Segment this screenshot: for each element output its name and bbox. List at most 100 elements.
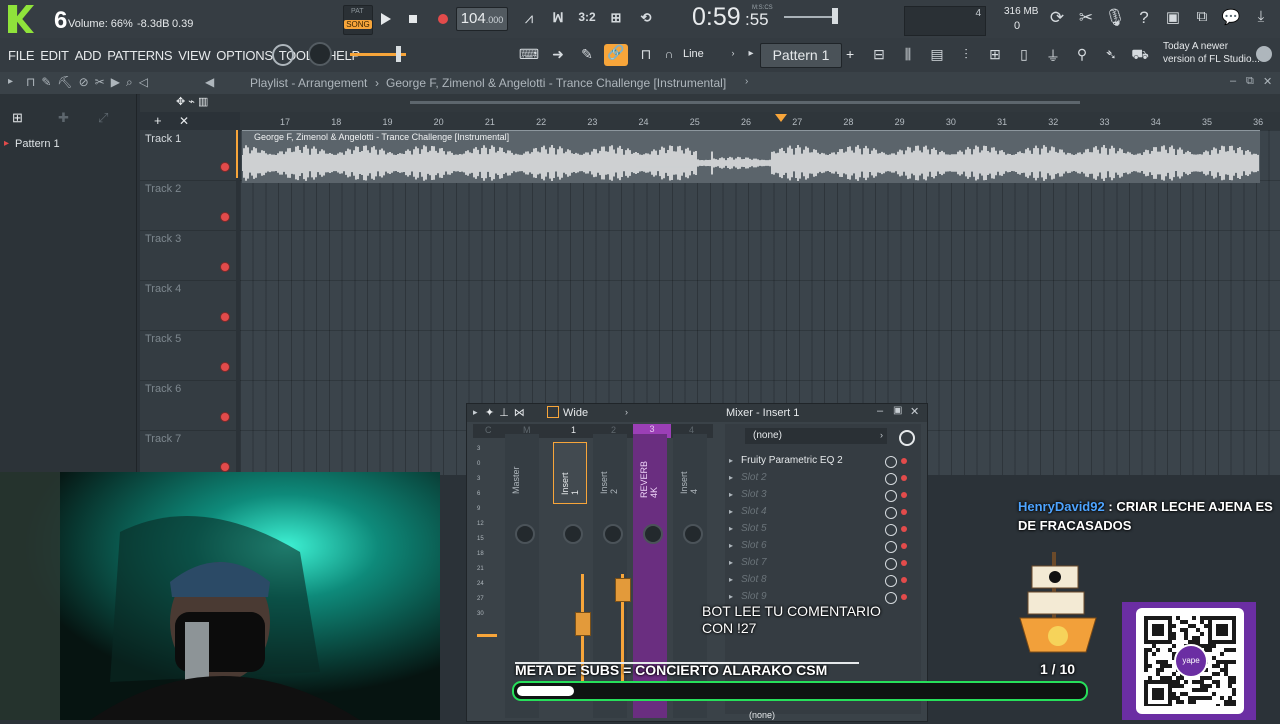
slot-mix-knob-icon[interactable] [885, 558, 897, 570]
effect-slot[interactable]: ▸ Slot 6 [729, 539, 919, 556]
track-record-icon[interactable] [220, 412, 230, 422]
mixer-layout-icon[interactable] [547, 406, 559, 418]
pattern-panel-icon-2[interactable]: ✚ [58, 110, 69, 126]
download-icon[interactable]: ⤓ [1250, 8, 1272, 25]
slot-enable-icon[interactable] [901, 526, 907, 532]
track-header[interactable]: Track 5 [140, 330, 236, 381]
playlist-options-icon[interactable]: ▸ [8, 76, 13, 87]
slot-enable-icon[interactable] [901, 492, 907, 498]
menu-file[interactable]: FILE [8, 48, 35, 63]
browser-icon[interactable]: ▯ [1013, 46, 1035, 63]
tag-icon[interactable]: ➴ [1100, 46, 1122, 63]
record-icon[interactable] [434, 10, 452, 28]
horizontal-scrollbar[interactable] [410, 101, 1080, 104]
speaker-icon[interactable]: ◀ [205, 75, 214, 89]
close-icon[interactable]: ✕ [1263, 75, 1272, 88]
effect-slot[interactable]: ▸ Slot 4 [729, 505, 919, 522]
person-icon[interactable]: ⚲ [1071, 46, 1093, 63]
playhead-marker[interactable] [775, 114, 787, 122]
delete-track-icon[interactable]: ✕ [179, 114, 189, 128]
mixer-strip-insert-1[interactable]: Insert 1 [553, 442, 587, 504]
pattern-selector[interactable]: Pattern 1 [760, 43, 842, 68]
stop-icon[interactable] [404, 10, 422, 28]
undo-icon[interactable]: ⟳ [1046, 8, 1068, 28]
slot-mix-knob-icon[interactable] [885, 473, 897, 485]
pat-song-toggle[interactable]: PAT SONG [343, 5, 373, 35]
track-header[interactable]: Track 1 [140, 130, 236, 181]
slot-enable-icon[interactable] [901, 543, 907, 549]
fader-handle-reverb[interactable] [615, 578, 631, 602]
mixer-mode[interactable]: Wide [563, 407, 588, 419]
snap-selector[interactable]: Line [683, 48, 704, 60]
play-icon[interactable] [376, 10, 394, 28]
menu-view[interactable]: VIEW [178, 48, 210, 63]
track-header[interactable]: Track 2 [140, 180, 236, 231]
cart-icon[interactable]: ⛟ [1129, 46, 1151, 65]
stamp-icon[interactable]: ⊓ [634, 46, 658, 63]
mixer-options-icon[interactable]: ▸ [473, 407, 478, 418]
slot-enable-icon[interactable] [901, 509, 907, 515]
master-volume-knob[interactable] [308, 42, 332, 66]
news-line-1[interactable]: Today A newer [1163, 41, 1228, 52]
slot-enable-icon[interactable] [901, 458, 907, 464]
snap-arrow-icon[interactable]: › [728, 48, 738, 58]
pan-knob-master[interactable] [515, 524, 535, 544]
tempo-display[interactable]: 104.000 [456, 7, 508, 31]
track-record-icon[interactable] [220, 362, 230, 372]
render-icon[interactable]: ⧉ [1191, 8, 1213, 25]
master-volume-handle[interactable] [396, 46, 401, 62]
fader-handle-insert-1[interactable] [575, 612, 591, 636]
master-pitch-slider[interactable] [784, 16, 838, 18]
channel-rack-icon[interactable]: ▤ [926, 46, 948, 63]
master-pitch-handle[interactable] [832, 8, 838, 24]
cpu-knob[interactable] [272, 44, 294, 66]
track-record-icon[interactable] [220, 212, 230, 222]
timeline-ruler[interactable]: 17 18 19 20 21 22 23 24 25 26 27 28 29 30 31 32 33 34 35 36 [240, 112, 1280, 130]
link-icon[interactable]: 🔗 [604, 44, 628, 66]
menu-edit[interactable]: EDIT [40, 48, 69, 63]
track-record-icon[interactable] [220, 162, 230, 172]
pattern-panel-icon[interactable]: ⊞ [12, 110, 23, 126]
slot-enable-icon[interactable] [901, 577, 907, 583]
pan-knob-insert-1[interactable] [563, 524, 583, 544]
mixer-minimize-icon[interactable]: – [877, 405, 883, 417]
mixer-mode-arrow-icon[interactable]: › [625, 407, 628, 417]
playlist-icon[interactable]: ⊟ [868, 46, 890, 63]
cut-icon[interactable]: ✂ [1075, 8, 1097, 28]
audio-clip[interactable]: George F, Zimenol & Angelotti - Trance C… [242, 130, 1260, 183]
help-icon[interactable]: ? [1133, 8, 1155, 28]
slot-mix-knob-icon[interactable] [885, 507, 897, 519]
metronome-icon[interactable]: ⩘ [517, 10, 541, 27]
track-header[interactable]: Track 3 [140, 230, 236, 281]
step-edit-icon[interactable]: ⊞ [604, 10, 628, 26]
pattern-panel-icon-3[interactable]: ⤢ [98, 110, 108, 126]
mixer-tool-icons[interactable]: ✦⊥⋈ [485, 406, 530, 419]
track-record-icon[interactable] [220, 262, 230, 272]
countdown-icon[interactable]: 3:2 [575, 10, 599, 24]
keyboard-icon[interactable]: ⌨ [517, 46, 541, 63]
pattern-list-item[interactable]: ▸ Pattern 1 [0, 136, 128, 154]
effect-slot[interactable]: ▸ Slot 8 [729, 573, 919, 590]
effect-slot[interactable]: ▸ Slot 5 [729, 522, 919, 539]
mic-icon[interactable]: 🎙 [1104, 8, 1126, 28]
minimize-icon[interactable]: – [1230, 75, 1236, 87]
track-record-icon[interactable] [220, 312, 230, 322]
menu-add[interactable]: ADD [75, 48, 102, 63]
header-arrow-icon[interactable]: › [745, 76, 748, 87]
slot-mix-knob-icon[interactable] [885, 456, 897, 468]
add-pattern-button[interactable]: + [846, 46, 854, 62]
slot-mix-knob-icon[interactable] [885, 490, 897, 502]
restore-icon[interactable]: ⧉ [1246, 75, 1254, 88]
slot-enable-icon[interactable] [901, 475, 907, 481]
slot-enable-icon[interactable] [901, 560, 907, 566]
scroll-icons[interactable]: ✥ ⌁ ▥ [176, 95, 208, 108]
pan-knob-reverb[interactable] [643, 524, 663, 544]
mixer-icon[interactable]: ⫶ [955, 46, 977, 63]
mixer-maximize-icon[interactable]: ▣ [893, 405, 902, 416]
menu-patterns[interactable]: PATTERNS [107, 48, 172, 63]
pencil-icon[interactable]: ✎ [575, 46, 599, 63]
latency-icon[interactable] [899, 430, 915, 446]
input-select[interactable]: (none) › [745, 428, 887, 444]
effect-slot[interactable]: ▸ Fruity Parametric EQ 2 [729, 454, 919, 471]
slot-mix-knob-icon[interactable] [885, 541, 897, 553]
